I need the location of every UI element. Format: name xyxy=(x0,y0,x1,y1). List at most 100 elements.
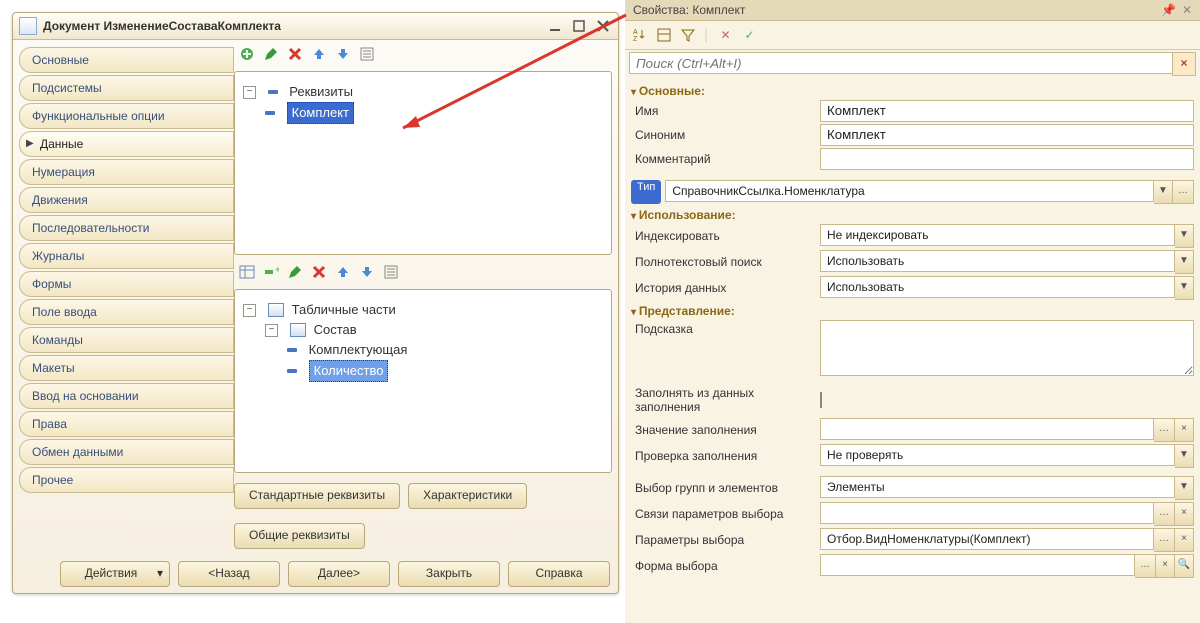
input-synonym[interactable] xyxy=(820,124,1194,146)
select-history[interactable]: Использовать xyxy=(820,276,1175,298)
collapse-icon[interactable]: − xyxy=(243,86,256,99)
index-dd-icon[interactable]: ▼ xyxy=(1175,224,1194,248)
addfield-icon[interactable]: + xyxy=(262,263,280,281)
edit-icon[interactable] xyxy=(262,45,280,63)
params-x-icon[interactable]: × xyxy=(1175,528,1194,552)
check-icon[interactable]: ✓ xyxy=(741,26,759,44)
tabpart-sostav[interactable]: Состав xyxy=(314,320,357,340)
paramlinks-x-icon[interactable]: × xyxy=(1175,502,1194,526)
collapse3-icon[interactable]: − xyxy=(265,324,278,337)
close-button[interactable]: Закрыть xyxy=(398,561,500,587)
maximize-button[interactable] xyxy=(570,19,588,34)
pin-icon[interactable]: 📌 xyxy=(1161,3,1176,17)
input-paramlinks[interactable] xyxy=(820,502,1154,524)
common-attrs-button[interactable]: Общие реквизиты xyxy=(234,523,365,549)
close-button[interactable] xyxy=(594,19,612,34)
type-dots-icon[interactable]: … xyxy=(1173,180,1194,204)
tab-journals[interactable]: Журналы xyxy=(19,243,234,269)
delete2-icon[interactable] xyxy=(310,263,328,281)
tab-forms[interactable]: Формы xyxy=(19,271,234,297)
input-form[interactable] xyxy=(820,554,1135,576)
properties-header[interactable]: Свойства: Комплект 📌✕ xyxy=(625,0,1200,21)
form-dots-icon[interactable]: … xyxy=(1135,554,1156,578)
params-dots-icon[interactable]: … xyxy=(1154,528,1175,552)
edit2-icon[interactable] xyxy=(286,263,304,281)
minimize-button[interactable] xyxy=(546,19,564,34)
next-button[interactable]: Далее> xyxy=(288,561,390,587)
tab-data[interactable]: Данные xyxy=(19,131,234,157)
categorized-icon[interactable] xyxy=(655,26,673,44)
tab-templates[interactable]: Макеты xyxy=(19,355,234,381)
tabpart-icon[interactable] xyxy=(238,263,256,281)
fillcheck-dd-icon[interactable]: ▼ xyxy=(1175,444,1194,468)
properties-panel: Свойства: Комплект 📌✕ AZ │ ✕ ✓ × Основны… xyxy=(625,0,1200,623)
back-button[interactable]: <Назад xyxy=(178,561,280,587)
characteristics-button[interactable]: Характеристики xyxy=(408,483,527,509)
collapse2-icon[interactable]: − xyxy=(243,304,256,317)
list-icon[interactable] xyxy=(358,45,376,63)
input-type[interactable]: СправочникСсылка.Номенклатура xyxy=(665,180,1154,202)
history-dd-icon[interactable]: ▼ xyxy=(1175,276,1194,300)
help-button[interactable]: Справка xyxy=(508,561,610,587)
select-fillcheck[interactable]: Не проверять xyxy=(820,444,1175,466)
field-quantity[interactable]: Количество xyxy=(309,360,389,382)
fillvalue-dots-icon[interactable]: … xyxy=(1154,418,1175,442)
attribute-komplekt[interactable]: Комплект xyxy=(287,102,354,124)
tab-subsystems[interactable]: Подсистемы xyxy=(19,75,234,101)
tab-commands[interactable]: Команды xyxy=(19,327,234,353)
moveup-icon[interactable] xyxy=(310,45,328,63)
tab-movements[interactable]: Движения xyxy=(19,187,234,213)
label-hint: Подсказка xyxy=(631,320,816,338)
window-title: Документ ИзменениеСоставаКомплекта xyxy=(43,19,281,33)
movedown-icon[interactable] xyxy=(334,45,352,63)
standard-attrs-button[interactable]: Стандартные реквизиты xyxy=(234,483,400,509)
checkbox-fillfromdata[interactable] xyxy=(820,392,822,408)
tabparts-tree[interactable]: − Табличные части − Состав Комплектующая… xyxy=(239,294,607,388)
tab-inputbasedon[interactable]: Ввод на основании xyxy=(19,383,234,409)
tab-inputfield[interactable]: Поле ввода xyxy=(19,299,234,325)
select-groupel[interactable]: Элементы xyxy=(820,476,1175,498)
input-params[interactable]: Отбор.ВидНоменклатуры(Комплект) xyxy=(820,528,1154,550)
form-search-icon[interactable]: 🔍 xyxy=(1175,554,1194,578)
paramlinks-dots-icon[interactable]: … xyxy=(1154,502,1175,526)
tab-sequences[interactable]: Последовательности xyxy=(19,215,234,241)
tab-exchange[interactable]: Обмен данными xyxy=(19,439,234,465)
filter-icon[interactable] xyxy=(679,26,697,44)
input-fillvalue[interactable] xyxy=(820,418,1154,440)
form-x-icon[interactable]: × xyxy=(1156,554,1175,578)
select-fulltext[interactable]: Использовать xyxy=(820,250,1175,272)
fillvalue-x-icon[interactable]: × xyxy=(1175,418,1194,442)
input-hint[interactable] xyxy=(820,320,1194,376)
tab-funcoptions[interactable]: Функциональные опции xyxy=(19,103,234,129)
delete-icon[interactable] xyxy=(286,45,304,63)
section-main[interactable]: Основные: xyxy=(631,82,1194,100)
list2-icon[interactable] xyxy=(382,263,400,281)
tab-rights[interactable]: Права xyxy=(19,411,234,437)
section-usage[interactable]: Использование: xyxy=(631,206,1194,224)
tab-numbering[interactable]: Нумерация xyxy=(19,159,234,185)
tab-basic[interactable]: Основные xyxy=(19,47,234,73)
clear-search-icon[interactable]: × xyxy=(1172,52,1196,76)
groupel-dd-icon[interactable]: ▼ xyxy=(1175,476,1194,500)
close-prop-icon[interactable]: ✕ xyxy=(1182,3,1192,17)
type-dropdown-icon[interactable]: ▼ xyxy=(1154,180,1173,204)
search-input[interactable] xyxy=(629,52,1172,74)
section-presentation[interactable]: Представление: xyxy=(631,302,1194,320)
fulltext-dd-icon[interactable]: ▼ xyxy=(1175,250,1194,274)
label-index: Индексировать xyxy=(631,227,816,245)
tabparts-pane: − Табличные части − Состав Комплектующая… xyxy=(234,289,612,473)
select-index[interactable]: Не индексировать xyxy=(820,224,1175,246)
input-name[interactable] xyxy=(820,100,1194,122)
sort-icon[interactable]: AZ xyxy=(631,26,649,44)
tabparts-toolbar: + xyxy=(234,261,612,283)
actions-button[interactable]: Действия▾ xyxy=(60,561,170,587)
moveup2-icon[interactable] xyxy=(334,263,352,281)
field-komplekt[interactable]: Комплектующая xyxy=(309,340,408,360)
tab-other[interactable]: Прочее xyxy=(19,467,234,493)
input-comment[interactable] xyxy=(820,148,1194,170)
titlebar[interactable]: Документ ИзменениеСоставаКомплекта xyxy=(13,13,618,40)
clear-icon[interactable]: ✕ xyxy=(717,26,735,44)
add-icon[interactable] xyxy=(238,45,256,63)
attributes-tree[interactable]: − Реквизиты Комплект xyxy=(239,76,607,130)
movedown2-icon[interactable] xyxy=(358,263,376,281)
